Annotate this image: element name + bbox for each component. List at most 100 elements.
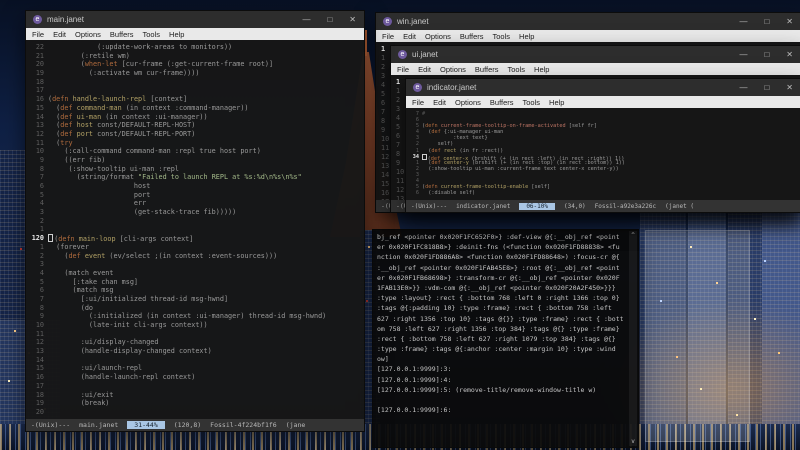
menu-item-edit[interactable]: Edit xyxy=(433,98,446,107)
menu-item-edit[interactable]: Edit xyxy=(403,32,416,41)
line-number: 3 xyxy=(39,260,44,269)
maximize-button[interactable]: □ xyxy=(764,83,769,92)
line-number: 4 xyxy=(39,268,44,277)
menu-item-buffers[interactable]: Buffers xyxy=(475,65,499,74)
code-line: 6 (match msg xyxy=(26,286,364,295)
menu-item-edit[interactable]: Edit xyxy=(418,65,431,74)
scroll-down-icon[interactable]: v xyxy=(629,437,637,446)
modeline-vcs: Fossil-a92e3a226c xyxy=(594,202,657,210)
close-button[interactable]: ✕ xyxy=(786,17,793,26)
text-cursor xyxy=(48,234,54,243)
code-line: 5 port xyxy=(26,191,364,200)
titlebar[interactable]: e indicator.janet — □ ✕ xyxy=(406,79,800,96)
menu-bar[interactable]: File Edit Options Buffers Tools Help xyxy=(376,30,800,42)
line-number: 3 xyxy=(39,208,44,217)
code-line: 3 (get-stack-trace fib))))) xyxy=(26,208,364,217)
close-button[interactable]: ✕ xyxy=(349,15,356,24)
minimize-button[interactable]: — xyxy=(739,17,747,26)
menu-item-file[interactable]: File xyxy=(382,32,394,41)
code-area[interactable]: 22 (:update-work-areas to monitors)) 21 (… xyxy=(26,40,364,419)
menu-bar[interactable]: File Edit Options Buffers Tools Help xyxy=(391,63,800,75)
line-number: 6 xyxy=(415,190,419,197)
line-number: 4 xyxy=(39,199,44,208)
menu-bar[interactable]: File Edit Options Buffers Tools Help xyxy=(26,28,364,40)
menu-item-buffers[interactable]: Buffers xyxy=(460,32,484,41)
minimize-button[interactable]: — xyxy=(302,15,310,24)
code-line: 18 :ui/exit xyxy=(26,391,364,400)
terminal-scrollbar[interactable]: ^ v xyxy=(629,231,637,446)
window-title: win.janet xyxy=(397,17,429,26)
menu-item-help[interactable]: Help xyxy=(169,30,184,39)
menu-item-options[interactable]: Options xyxy=(440,65,466,74)
code-line: 14 xyxy=(26,356,364,365)
menu-item-help[interactable]: Help xyxy=(534,65,549,74)
code-line: 14 (def ui-man (in context :ui-manager)) xyxy=(26,113,364,122)
line-number: 6 xyxy=(39,182,44,190)
titlebar[interactable]: e main.janet — □ ✕ xyxy=(26,11,364,28)
code-line: 10 (late-init cli-args context)) xyxy=(26,321,364,330)
titlebar[interactable]: e ui.janet — □ ✕ xyxy=(391,46,800,63)
line-number: 14 xyxy=(35,112,44,121)
menu-item-help[interactable]: Help xyxy=(519,32,534,41)
code-area[interactable]: 7 #6 5 (defn current-frame-tooltip-on-frame… xyxy=(406,108,800,200)
terminal-line: :type :layout} :rect { :bottom 768 :left… xyxy=(377,294,620,303)
code-line: 19 (break) xyxy=(26,399,364,408)
menu-item-tools[interactable]: Tools xyxy=(508,65,526,74)
close-button[interactable]: ✕ xyxy=(786,50,793,59)
menu-item-file[interactable]: File xyxy=(397,65,409,74)
line-number: 17 xyxy=(35,86,44,95)
menu-item-tools[interactable]: Tools xyxy=(143,30,161,39)
line-number: 11 xyxy=(35,329,44,338)
minimize-button[interactable]: — xyxy=(739,83,747,92)
minimize-button[interactable]: — xyxy=(739,50,747,59)
code-line: 16 (handle-launch-repl context) xyxy=(26,373,364,382)
line-number: 14 xyxy=(35,355,44,364)
maximize-button[interactable]: □ xyxy=(764,50,769,59)
menu-item-buffers[interactable]: Buffers xyxy=(490,98,514,107)
code-line: 13 (handle-display-changed context) xyxy=(26,347,364,356)
close-button[interactable]: ✕ xyxy=(786,83,793,92)
code-line: 3 xyxy=(26,260,364,269)
line-number: 12 xyxy=(35,129,44,138)
maximize-button[interactable]: □ xyxy=(327,15,332,24)
menu-bar[interactable]: File Edit Options Buffers Tools Help xyxy=(406,96,800,108)
line-number: 19 xyxy=(35,69,44,78)
line-number: 120 xyxy=(31,234,44,243)
terminal-line: 627 :right 1356 :top 10} :tags @{}} :typ… xyxy=(377,314,624,323)
menu-item-options[interactable]: Options xyxy=(455,98,481,107)
menu-item-file[interactable]: File xyxy=(412,98,424,107)
menu-item-options[interactable]: Options xyxy=(425,32,451,41)
menu-item-tools[interactable]: Tools xyxy=(523,98,541,107)
code-line: 120 (defn main-loop [cli-args context] xyxy=(26,234,364,243)
menu-item-tools[interactable]: Tools xyxy=(493,32,511,41)
terminal-line: [127.0.0.1:9999]:5: (remove-title/remove… xyxy=(377,385,597,394)
window-indicator-janet: e indicator.janet — □ ✕ File Edit Options B… xyxy=(405,78,800,213)
line-number: 1 xyxy=(39,242,44,251)
line-number: 12 xyxy=(35,338,44,347)
modeline-position: (34,0) xyxy=(564,202,586,210)
window-title: indicator.janet xyxy=(427,83,477,92)
maximize-button[interactable]: □ xyxy=(764,17,769,26)
code-line: 12 (def port const/DEFAULT-REPL-PORT) xyxy=(26,130,364,139)
line-number: 2 xyxy=(39,251,44,260)
code-line: 4 err xyxy=(26,199,364,208)
line-number: 8 xyxy=(39,303,44,312)
terminal-line: [127.0.0.1:9999]:6: xyxy=(377,406,452,415)
code-line: 20 (when-let [cur-frame (:get-current-fr… xyxy=(26,60,364,69)
titlebar[interactable]: e win.janet — □ ✕ xyxy=(376,13,800,30)
terminal-line: er 0x020F1FB68698>} :transform-cr @{:__o… xyxy=(377,273,620,282)
menu-item-options[interactable]: Options xyxy=(75,30,101,39)
code-line: 5 [:take chan msg] xyxy=(26,278,364,287)
menu-item-buffers[interactable]: Buffers xyxy=(110,30,134,39)
menu-item-help[interactable]: Help xyxy=(549,98,564,107)
menu-item-file[interactable]: File xyxy=(32,30,44,39)
scroll-up-icon[interactable]: ^ xyxy=(629,231,637,240)
code-line: 9 ((err fib) xyxy=(26,156,364,165)
modeline-mode: (jane xyxy=(285,421,306,429)
code-line: 10 (:call-command command-man :repl true… xyxy=(26,147,364,156)
window-main-janet: e main.janet — □ ✕ File Edit Options Buffer… xyxy=(25,10,365,432)
code-line: 16 (defn handle-launch-repl [context] xyxy=(26,95,364,104)
menu-item-edit[interactable]: Edit xyxy=(53,30,66,39)
repl-terminal-window[interactable]: bj_ref <pointer 0x020F1FC652F0>} :def-vi… xyxy=(372,229,639,448)
code-line: 7 (string/format "Failed to launch REPL … xyxy=(26,173,364,182)
